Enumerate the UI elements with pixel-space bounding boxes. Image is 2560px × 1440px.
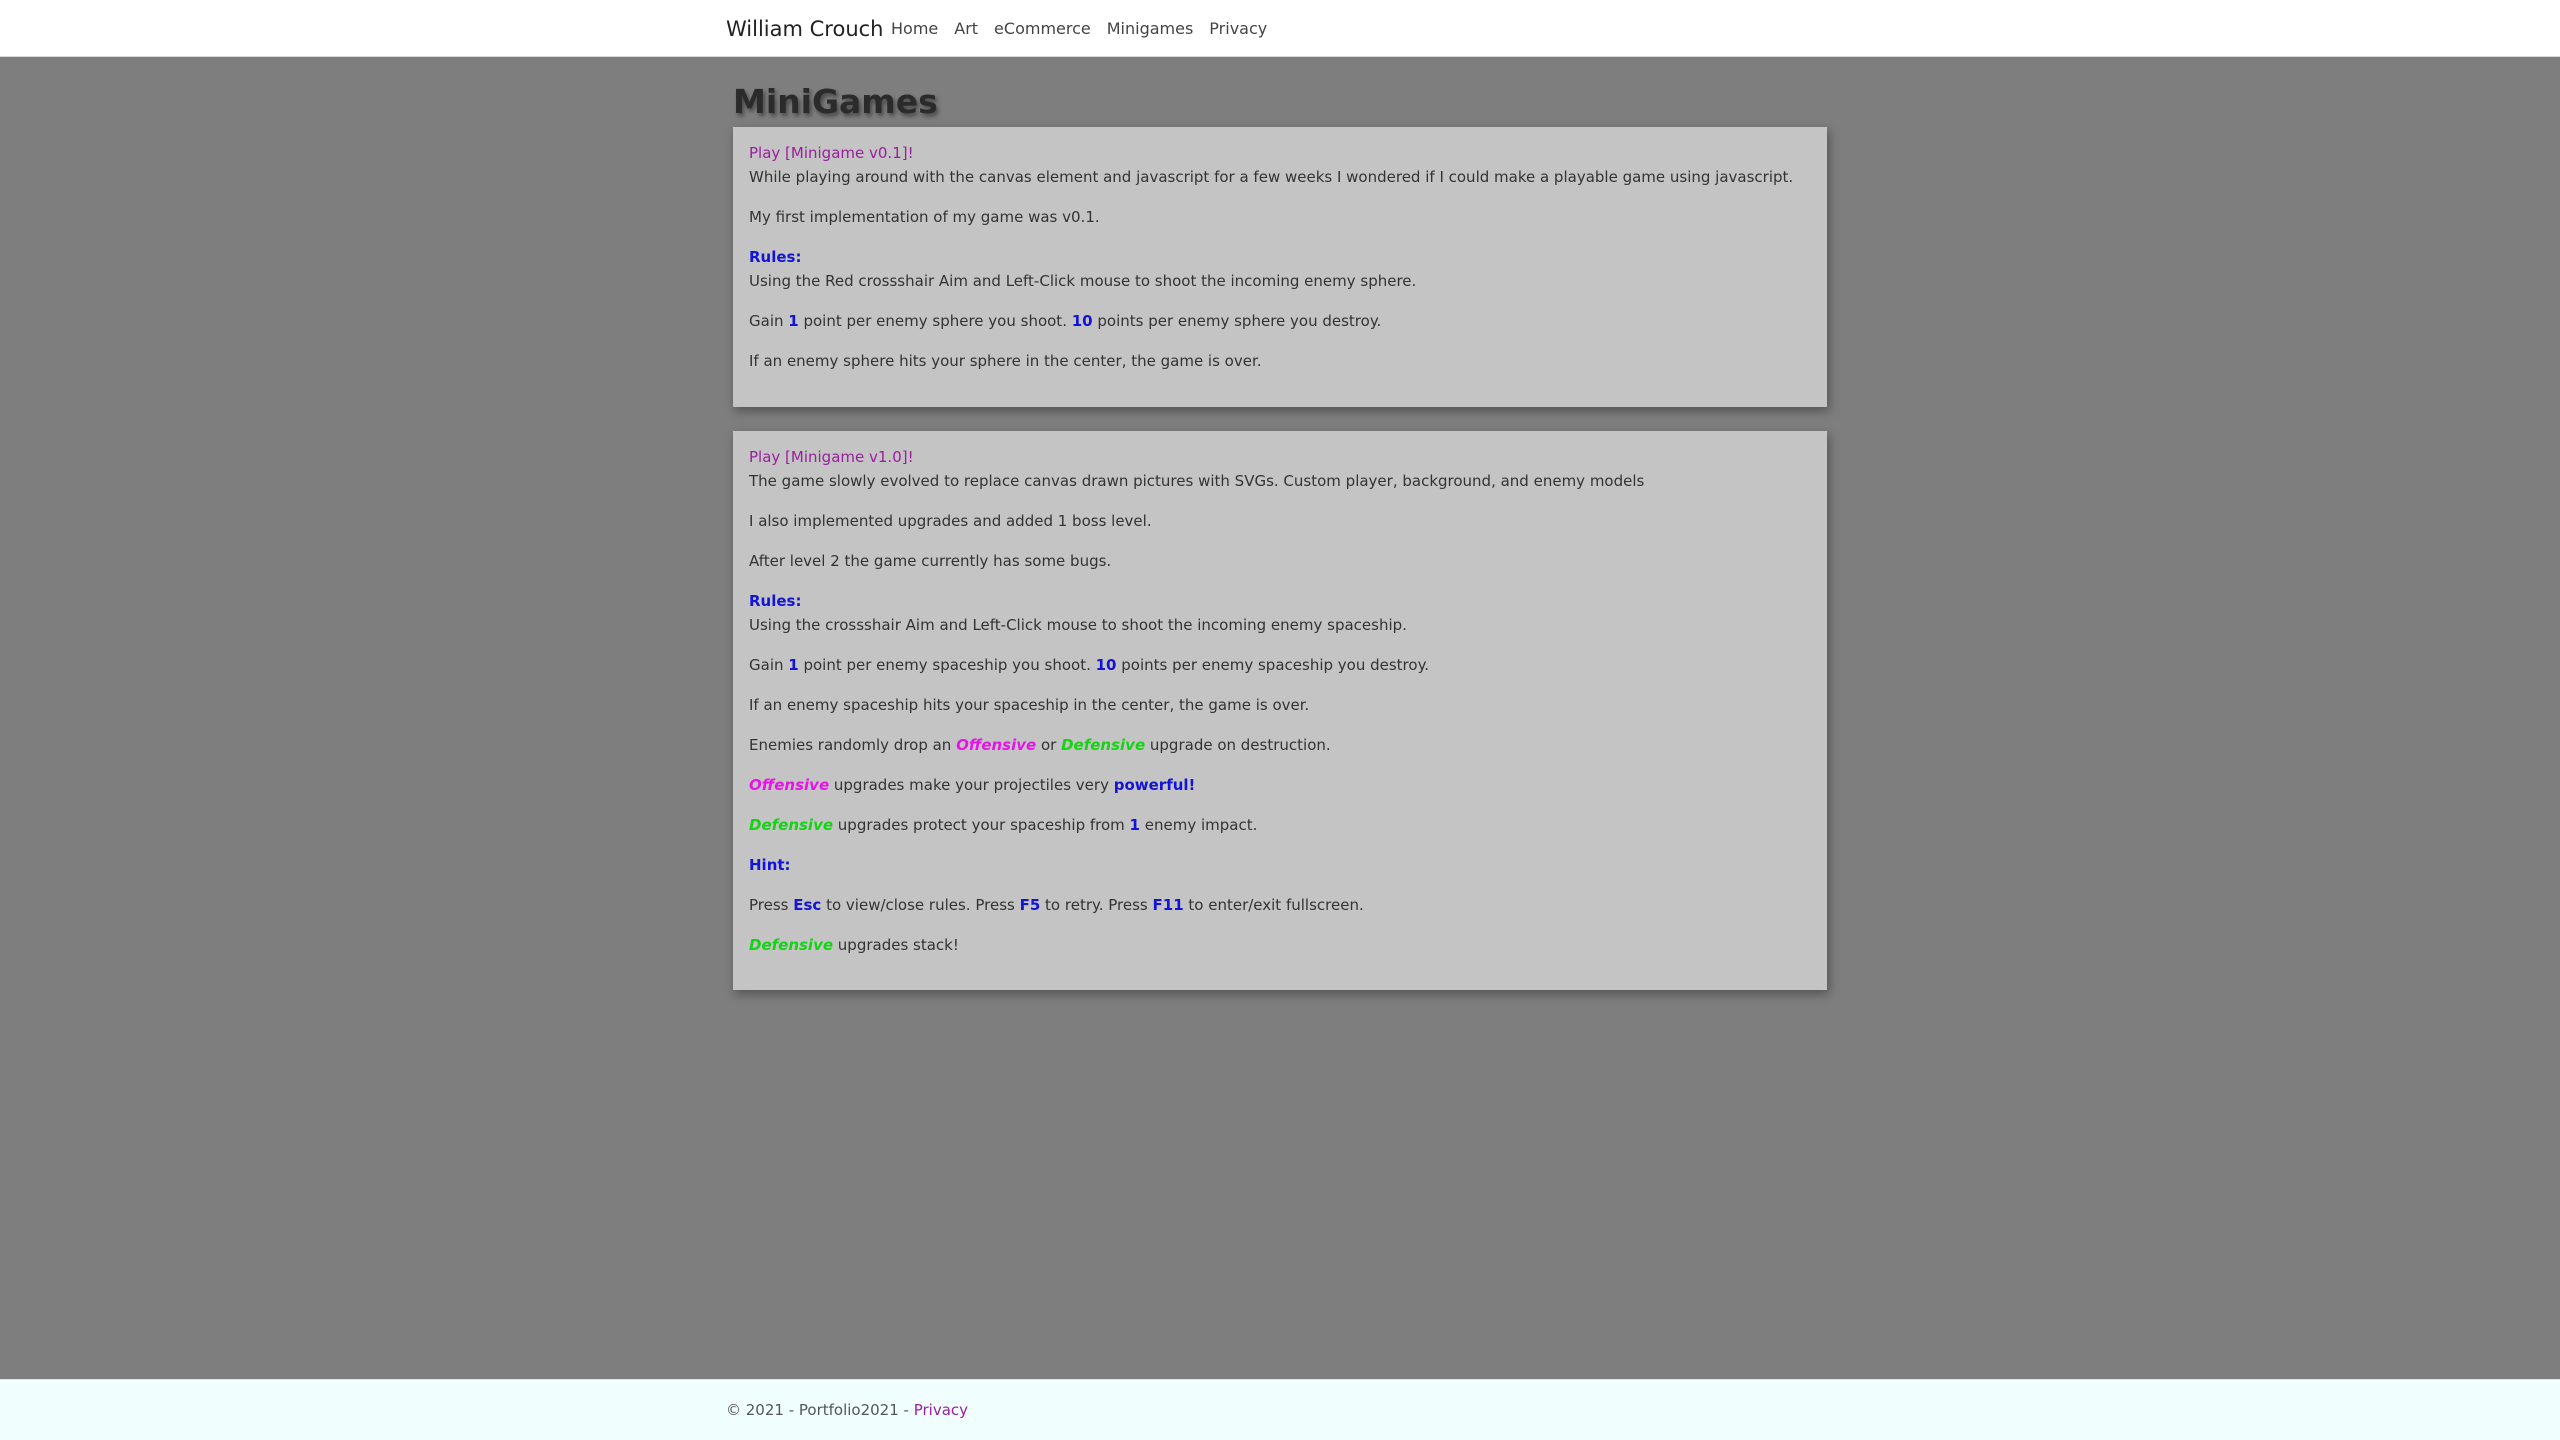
text-segment: point per enemy spaceship you shoot. [798,656,1096,674]
card1-rules-heading: Rules: [749,248,802,266]
nav-ecommerce-link[interactable]: eCommerce [986,17,1099,41]
card2-upgrades-note: I also implemented upgrades and added 1 … [749,512,1152,530]
f5-key-label: F5 [1019,896,1041,914]
text-segment: to view/close rules. Press [821,896,1020,914]
copyright-text: © 2021 - Portfolio2021 - [726,1401,914,1419]
card1-rule-points: Gain 1 point per enemy sphere you shoot.… [749,309,1811,333]
text-segment: upgrades stack! [833,936,959,954]
nav-privacy-link[interactable]: Privacy [1201,17,1275,41]
play-minigame-v01-link[interactable]: Play [Minigame v0.1]! [749,141,914,165]
top-navbar: William Crouch Home Art eCommerce Miniga… [0,0,2560,57]
offensive-label: Offensive [956,736,1037,754]
text-segment: upgrades make your projectiles very [829,776,1114,794]
card2-rule-points: Gain 1 point per enemy spaceship you sho… [749,653,1811,677]
text-segment: to enter/exit fullscreen. [1183,896,1364,914]
text-segment: or [1036,736,1062,754]
nav-links: Home Art eCommerce Minigames Privacy [883,17,1275,41]
play-minigame-v10-link[interactable]: Play [Minigame v1.0]! [749,445,914,469]
card1-rule-game-over: If an enemy sphere hits your sphere in t… [749,352,1262,370]
defensive-label: Defensive [749,816,834,834]
esc-key-label: Esc [793,896,822,914]
card1-first-implementation: My first implementation of my game was v… [749,208,1100,226]
minigame-v01-card: Play [Minigame v0.1]! While playing arou… [733,127,1827,407]
point-value: 1 [788,656,799,674]
text-segment: to retry. Press [1040,896,1153,914]
defensive-label: Defensive [749,936,834,954]
text-segment: point per enemy sphere you shoot. [798,312,1072,330]
card2-hint-heading: Hint: [749,856,791,874]
footer-privacy-link[interactable]: Privacy [914,1401,968,1419]
brand-link[interactable]: William Crouch [726,14,884,44]
card2-rule-game-over: If an enemy spaceship hits your spaceshi… [749,696,1310,714]
text-segment: enemy impact. [1139,816,1258,834]
text-segment: upgrade on destruction. [1145,736,1331,754]
card2-rule-aim: Using the crossshair Aim and Left-Click … [749,616,1407,634]
f11-key-label: F11 [1152,896,1184,914]
minigame-v10-card: Play [Minigame v1.0]! The game slowly ev… [733,431,1827,990]
footer-copyright: © 2021 - Portfolio2021 - Privacy [726,1400,968,1420]
text-segment: upgrades protect your spaceship from [833,816,1130,834]
point-value: 1 [788,312,799,330]
text-segment: Enemies randomly drop an [749,736,957,754]
card1-rule-aim: Using the Red crossshair Aim and Left-Cl… [749,272,1417,290]
card2-defensive-desc: Defensive upgrades protect your spaceshi… [749,813,1811,837]
nav-minigames-link[interactable]: Minigames [1099,17,1202,41]
card2-hint-keys: Press Esc to view/close rules. Press F5 … [749,893,1811,917]
nav-home-link[interactable]: Home [883,17,946,41]
page-footer: © 2021 - Portfolio2021 - Privacy [0,1379,2560,1440]
card2-rules-heading: Rules: [749,592,802,610]
card2-offensive-desc: Offensive upgrades make your projectiles… [749,773,1811,797]
point-value: 10 [1071,312,1093,330]
page-title: MiniGames [733,82,938,121]
text-segment: Gain [749,312,789,330]
card1-intro: While playing around with the canvas ele… [749,168,1794,186]
card2-hint-stack: Defensive upgrades stack! [749,933,1811,957]
text-segment: points per enemy sphere you destroy. [1092,312,1382,330]
nav-art-link[interactable]: Art [946,17,986,41]
card2-rule-drops: Enemies randomly drop an Offensive or De… [749,733,1811,757]
text-segment: Press [749,896,794,914]
defensive-label: Defensive [1061,736,1146,754]
point-value: 10 [1095,656,1117,674]
text-segment: points per enemy spaceship you destroy. [1116,656,1430,674]
offensive-label: Offensive [749,776,830,794]
impact-value: 1 [1129,816,1140,834]
card2-bugs-note: After level 2 the game currently has som… [749,552,1112,570]
powerful-label: powerful! [1113,776,1196,794]
text-segment: Gain [749,656,789,674]
card2-intro: The game slowly evolved to replace canva… [749,472,1645,490]
